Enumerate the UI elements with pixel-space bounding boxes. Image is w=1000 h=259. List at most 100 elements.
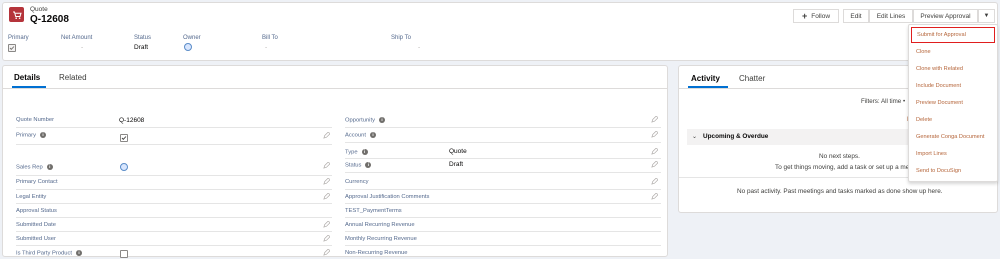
field-divider [345,245,661,246]
field-divider [16,231,332,232]
details-card: Details Related Quote Number Q-12608 Pri… [2,65,668,258]
info-icon: i [361,149,368,155]
no-past-activity-text: No past activity. Past meetings and task… [737,188,943,195]
primary-field-checkbox [120,134,128,142]
submitted-date-label: Submitted Date [16,222,56,228]
bill-to-value: - [265,44,268,51]
tab-chatter[interactable]: Chatter [739,74,765,83]
account-label: Account i [345,132,376,139]
menu-item-send-to-docusign[interactable]: Send to DocuSign [909,163,997,179]
more-actions-button[interactable]: ▼ [978,9,995,23]
owner-label: Owner [183,35,201,41]
plus-icon: + [801,11,808,21]
edit-lines-button[interactable]: Edit Lines [869,9,913,23]
tab-activity[interactable]: Activity [691,74,720,83]
actions-dropdown-menu: Submit for Approval Clone Clone with Rel… [908,24,998,182]
field-divider [345,231,661,232]
submitted-user-label: Submitted User [16,236,56,242]
monthly-recurring-label: Monthly Recurring Revenue [345,236,417,242]
test-paymentterms-label: TEST_PaymentTerms [345,208,402,214]
info-icon: i [369,132,376,138]
info-icon: i [39,132,46,138]
section-title: Upcoming & Overdue [703,133,769,140]
field-divider [345,203,661,204]
menu-item-clone-with-related[interactable]: Clone with Related [909,61,997,77]
field-divider [16,217,332,218]
edit-pencil-icon[interactable] [323,221,330,228]
field-divider [345,142,661,143]
field-divider [345,189,661,190]
non-recurring-label: Non-Recurring Revenue [345,250,408,256]
menu-item-delete[interactable]: Delete [909,112,997,128]
ship-to-value: - [418,44,421,51]
menu-item-clone[interactable]: Clone [909,44,997,60]
third-party-checkbox [120,250,128,258]
owner-avatar[interactable] [184,43,192,51]
status-value: Draft [134,44,149,51]
status-field-value: Draft [449,161,464,168]
menu-item-include-document[interactable]: Include Document [909,78,997,94]
edit-pencil-icon[interactable] [323,162,330,169]
type-label: Type i [345,149,368,156]
field-divider [16,203,332,204]
sales-rep-avatar[interactable] [120,163,128,171]
preview-approval-button[interactable]: Preview Approval [913,9,978,23]
field-divider [16,175,332,176]
opportunity-label: Opportunity i [345,117,385,124]
quote-object-icon [9,7,24,22]
status-field-label: Status i [345,162,372,169]
chevron-down-icon: ⌄ [692,134,698,140]
edit-pencil-icon[interactable] [651,161,658,168]
field-divider [345,172,661,173]
type-value: Quote [449,148,467,155]
primary-contact-label: Primary Contact [16,179,58,185]
edit-pencil-icon[interactable] [651,178,658,185]
primary-checkbox [8,44,16,52]
field-divider [345,158,661,159]
menu-item-preview-document[interactable]: Preview Document [909,95,997,111]
edit-pencil-icon[interactable] [323,178,330,185]
annual-recurring-label: Annual Recurring Revenue [345,222,415,228]
no-next-steps-text: No next steps. [819,153,860,160]
field-divider [16,144,332,145]
quote-number-value: Q-12608 [119,117,145,124]
field-divider [345,127,661,128]
status-label: Status [134,35,152,41]
edit-pencil-icon[interactable] [651,131,658,138]
record-title: Q-12608 [30,14,69,25]
menu-item-import-lines[interactable]: Import Lines [909,146,997,162]
info-icon: i [75,250,82,256]
chevron-down-icon: ▼ [983,13,990,19]
edit-pencil-icon[interactable] [651,116,658,123]
quote-number-label: Quote Number [16,117,55,123]
approval-justification-label: Approval Justification Comments [345,194,430,200]
edit-pencil-icon[interactable] [323,132,330,139]
menu-item-submit-for-approval[interactable]: Submit for Approval [911,27,995,43]
get-moving-text: To get things moving, add a task or set … [775,164,925,171]
filters-text[interactable]: Filters: All time • [861,98,905,105]
primary-label: Primary [8,35,29,41]
info-icon: i [365,162,372,168]
edit-pencil-icon[interactable] [323,193,330,200]
edit-button[interactable]: Edit [843,9,869,23]
approval-status-label: Approval Status [16,208,57,214]
tab-related[interactable]: Related [59,73,87,82]
currency-label: Currency [345,179,369,185]
bill-to-label: Bill To [262,35,278,41]
field-divider [16,245,332,246]
edit-pencil-icon[interactable] [651,148,658,155]
primary-field-label: Primary i [16,132,46,139]
object-label: Quote [30,6,48,13]
edit-pencil-icon[interactable] [323,235,330,242]
field-divider [16,127,332,128]
info-icon: i [46,164,53,170]
edit-pencil-icon[interactable] [323,249,330,256]
tab-details[interactable]: Details [14,73,40,82]
net-amount-label: Net Amount [61,35,93,41]
info-icon: i [378,117,385,123]
tab-divider [3,88,667,89]
menu-item-generate-conga-document[interactable]: Generate Conga Document [909,129,997,145]
edit-pencil-icon[interactable] [651,193,658,200]
follow-button[interactable]: + Follow [793,9,839,23]
net-amount-value: - [81,44,84,51]
